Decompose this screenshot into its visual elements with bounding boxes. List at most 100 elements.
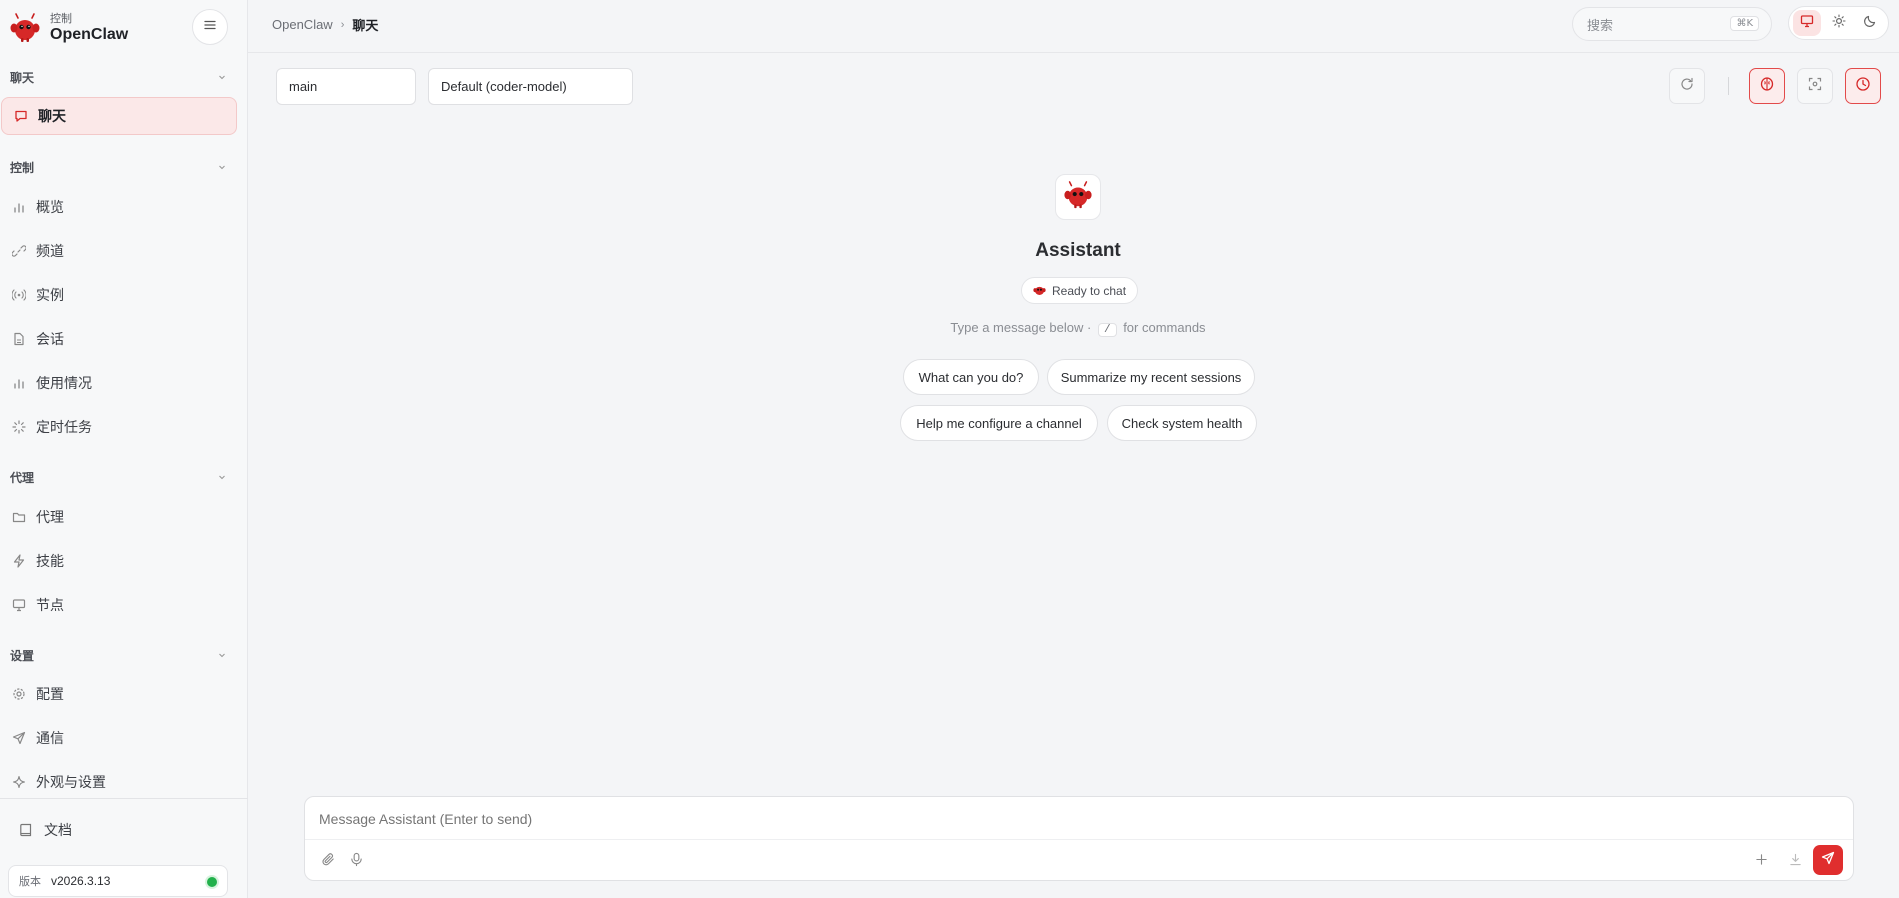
send-button[interactable] xyxy=(1813,845,1843,875)
plus-icon xyxy=(1755,853,1768,871)
clock-icon xyxy=(1855,76,1871,97)
suggestion-chip[interactable]: Summarize my recent sessions xyxy=(1047,359,1255,395)
menu-icon xyxy=(203,18,217,37)
model-select-value: Default (coder-model) xyxy=(441,79,567,94)
version-info: 版本 v2026.3.13 xyxy=(8,865,228,897)
sidebar: 控制 OpenClaw 聊天 聊天 控制 概览 频道 实例 会话 使用情况 定时… xyxy=(0,0,248,898)
composer-divider xyxy=(305,839,1853,840)
command-hint: Type a message below · / for commands xyxy=(848,320,1308,337)
focus-icon xyxy=(1808,77,1822,96)
link-icon xyxy=(12,244,26,258)
suggestion-chip[interactable]: What can you do? xyxy=(903,359,1039,395)
search-input[interactable]: 搜索 ⌘K xyxy=(1572,7,1772,41)
sidebar-item-cron[interactable]: 定时任务 xyxy=(0,408,236,446)
sidebar-item-overview[interactable]: 概览 xyxy=(0,188,236,226)
suggestion-label: Summarize my recent sessions xyxy=(1060,369,1242,385)
sidebar-item-agents[interactable]: 代理 xyxy=(0,498,236,536)
sidebar-toggle-button[interactable] xyxy=(192,9,228,45)
section-control[interactable]: 控制 xyxy=(10,157,228,177)
chevron-down-icon xyxy=(216,471,228,483)
sparkle-icon xyxy=(12,775,26,789)
search-placeholder: 搜索 xyxy=(1587,18,1614,34)
history-button[interactable] xyxy=(1845,68,1881,104)
monitor-icon xyxy=(12,598,26,612)
attach-button[interactable] xyxy=(315,849,341,875)
loader-icon xyxy=(12,420,26,434)
hint-text-before: Type a message below · xyxy=(950,320,1092,335)
version-label: 版本 xyxy=(19,875,41,888)
section-settings[interactable]: 设置 xyxy=(10,645,228,665)
suggestion-label: What can you do? xyxy=(918,369,1024,385)
sidebar-item-skills[interactable]: 技能 xyxy=(0,542,236,580)
sidebar-item-chat[interactable]: 聊天 xyxy=(1,97,237,135)
suggestion-chip[interactable]: Check system health xyxy=(1107,405,1257,441)
message-input[interactable] xyxy=(319,811,1719,827)
topbar: OpenClaw › 聊天 搜索 ⌘K xyxy=(248,0,1899,53)
chevron-right-icon: › xyxy=(340,18,345,31)
brain-icon xyxy=(1759,76,1775,97)
theme-dark-button[interactable] xyxy=(1856,10,1884,36)
send-icon xyxy=(1821,851,1835,870)
folder-icon xyxy=(12,510,26,524)
theme-light-button[interactable] xyxy=(1825,10,1853,36)
thinking-toggle-button[interactable] xyxy=(1749,68,1785,104)
status-badge: Ready to chat xyxy=(1021,277,1139,304)
refresh-button[interactable] xyxy=(1669,68,1705,104)
export-button[interactable] xyxy=(1782,849,1808,875)
section-chat[interactable]: 聊天 xyxy=(10,67,228,87)
assistant-title: Assistant xyxy=(1035,240,1121,261)
status-dot xyxy=(207,877,217,887)
session-select-value: main xyxy=(289,79,318,94)
sidebar-item-nodes[interactable]: 节点 xyxy=(0,586,236,624)
suggestion-chip[interactable]: Help me configure a channel xyxy=(900,405,1098,441)
sidebar-item-usage[interactable]: 使用情况 xyxy=(0,364,236,402)
sidebar-item-communication[interactable]: 通信 xyxy=(0,719,236,757)
hint-key: / xyxy=(1097,323,1117,337)
sidebar-item-label: 聊天 xyxy=(38,109,66,125)
book-icon xyxy=(18,822,34,838)
breadcrumb-current: 聊天 xyxy=(352,19,379,34)
brand-name: OpenClaw xyxy=(50,26,129,43)
sidebar-divider xyxy=(0,798,248,799)
session-select[interactable]: main xyxy=(276,68,416,105)
sidebar-item-label: 节点 xyxy=(36,598,64,614)
sidebar-item-label: 通信 xyxy=(36,731,64,747)
theme-switcher xyxy=(1788,6,1889,40)
sidebar-item-label: 代理 xyxy=(36,510,64,526)
sidebar-item-label: 实例 xyxy=(36,288,64,304)
toolbar-divider xyxy=(1728,77,1729,95)
theme-system-button[interactable] xyxy=(1793,10,1821,36)
lobster-mascot-icon xyxy=(1063,180,1093,215)
search-shortcut: ⌘K xyxy=(1730,16,1759,31)
sidebar-item-instances[interactable]: 实例 xyxy=(0,276,236,314)
suggestion-label: Help me configure a channel xyxy=(916,415,1082,431)
hint-text-after: for commands xyxy=(1123,320,1206,335)
chevron-down-icon xyxy=(216,649,228,661)
sidebar-item-sessions[interactable]: 会话 xyxy=(0,320,236,358)
sun-icon xyxy=(1831,13,1846,33)
sidebar-item-label: 定时任务 xyxy=(36,420,92,436)
docs-link[interactable]: 文档 xyxy=(18,820,72,840)
message-icon xyxy=(14,109,28,123)
brand[interactable]: 控制 OpenClaw xyxy=(8,8,128,48)
sidebar-item-label: 技能 xyxy=(36,554,64,570)
moon-icon xyxy=(1863,14,1877,33)
section-agents[interactable]: 代理 xyxy=(10,467,228,487)
status-text: Ready to chat xyxy=(1052,283,1127,298)
paperclip-icon xyxy=(321,852,336,872)
section-title: 设置 xyxy=(10,648,35,663)
breadcrumb-root[interactable]: OpenClaw xyxy=(272,17,333,32)
voice-input-button[interactable] xyxy=(343,849,369,875)
sidebar-item-appearance[interactable]: 外观与设置 xyxy=(0,763,236,801)
send-icon xyxy=(12,731,26,745)
sidebar-item-channels[interactable]: 频道 xyxy=(0,232,236,270)
lobster-mascot-icon xyxy=(1032,284,1046,298)
brand-subtitle: 控制 xyxy=(50,12,72,25)
bar-chart-icon xyxy=(12,376,26,390)
new-session-button[interactable] xyxy=(1748,849,1774,875)
model-select[interactable]: Default (coder-model) xyxy=(428,68,633,105)
focus-mode-button[interactable] xyxy=(1797,68,1833,104)
sidebar-item-config[interactable]: 配置 xyxy=(0,675,236,713)
bar-chart-icon xyxy=(12,200,26,214)
download-icon xyxy=(1789,853,1802,871)
